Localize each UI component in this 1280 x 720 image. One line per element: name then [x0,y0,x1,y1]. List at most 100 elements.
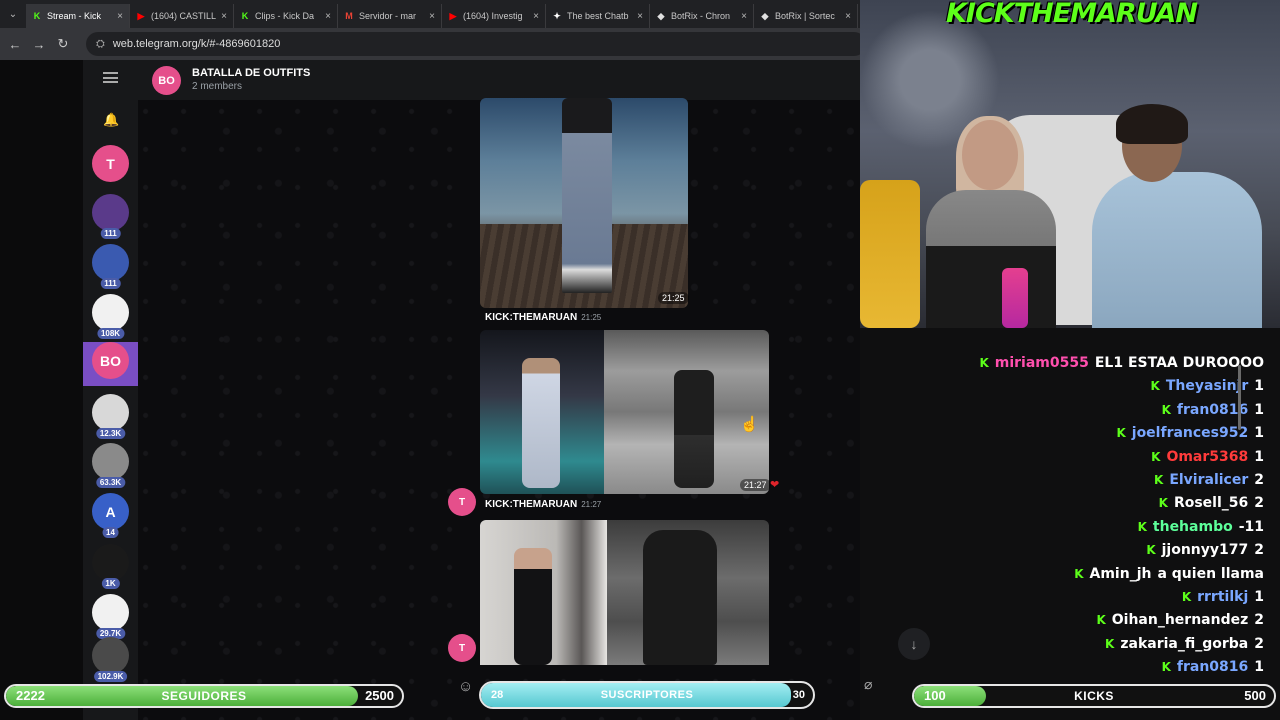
folder-item[interactable]: 111 [92,244,129,289]
folder-item[interactable]: 111 [92,194,129,239]
tab-close-icon[interactable]: × [845,11,851,22]
subs-target: 30 [792,689,805,701]
stream-chat-line: Kzakaria_fi_gorba 2 [1105,633,1264,655]
kick-badge-icon: K [1181,590,1192,604]
folder-item[interactable]: 63.3K [92,443,129,488]
chat-message: 2 [1254,472,1264,488]
stream-chat-line: K Oihan_hernandez 2 [1096,609,1264,631]
stream-chat-line: Kfran0816 1 [1162,656,1264,678]
unread-count-badge: 63.3K [95,477,126,488]
kick-badge-icon: K [1137,519,1147,534]
openai-icon: ✦ [553,11,561,21]
kick-badge-icon: K [1158,496,1168,511]
back-icon[interactable]: ← [8,37,22,52]
chat-username: thehambo [1152,518,1233,535]
kick-icon: K [241,11,249,21]
heart-reaction-icon[interactable]: ❤ [770,478,779,491]
folder-item[interactable]: 108K [92,294,129,339]
browser-tab[interactable]: ▶ (1604) CASTILL × [130,4,234,28]
unread-count-badge: 111 [100,278,121,289]
chat-message: 1 [1254,378,1264,395]
subs-label: SUSCRIPTORES [600,689,694,701]
tab-close-icon[interactable]: × [741,11,747,22]
site-info-icon[interactable]: ⛭ [96,38,105,51]
stream-chat-line: Kjoelfrances952 1 [1116,422,1264,444]
sender-name[interactable]: KICK:THEMARUAN [485,499,577,510]
tab-label: (1604) Investig [463,11,523,21]
stream-chat-line: Kmiriam0555 EL1 ESTAA DUROOOO [979,352,1264,374]
chat-username: joelfrances952 [1131,425,1249,442]
followers-target: 2500 [365,688,394,703]
browser-tab[interactable]: K Clips - Kick Da × [234,4,338,28]
webcam-overlay [860,0,1280,328]
tab-close-icon[interactable]: × [325,11,331,22]
folder-item[interactable]: 29.7K [92,594,129,639]
message-avatar[interactable]: T [448,634,476,662]
stream-chat-line: Krrrtilkj 1 [1182,586,1264,608]
chat-username: rrrtilkj [1197,589,1249,605]
outfit-photo-2b[interactable] [604,330,769,494]
reload-icon[interactable]: ↻ [56,36,70,52]
chat-message: 1 [1254,425,1264,442]
browser-tab[interactable]: K Stream - Kick × [26,4,130,28]
followers-label: SEGUIDORES [161,689,247,703]
hamburger-menu-icon[interactable] [103,72,118,83]
tab-label: The best Chatb [567,11,629,21]
tab-close-icon[interactable]: × [117,11,123,22]
tab-label: (1604) CASTILL [151,11,217,21]
outfit-photo-3a[interactable] [480,520,607,665]
scroll-down-button[interactable]: ↓ [898,628,930,660]
stream-chat-line: K Theyasinjr 1 [1151,375,1264,397]
emoji-icon[interactable]: ☺ [458,678,473,695]
browser-tab[interactable]: ▶ (1604) Investig × [442,4,546,28]
browser-tab[interactable]: ✦ The best Chatb × [546,4,650,28]
browser-tab[interactable]: M Servidor - mar × [338,4,442,28]
chat-username: Theyasinjr [1165,378,1249,395]
stream-chat-line: K Elviralicer 2 [1154,469,1264,491]
kick-icon: K [33,11,41,21]
chat-username: Rosell_56 [1173,495,1249,512]
chat-header[interactable]: BO BATALLA DE OUTFITS 2 members [138,60,860,100]
outfit-photo-3b[interactable] [607,520,769,665]
chat-message: 1 [1254,589,1264,605]
unread-count-badge: 111 [100,228,121,239]
message-avatar[interactable]: T [448,488,476,516]
chat-username: Oihan_hernandez [1111,612,1249,629]
sender-name[interactable]: KICK:THEMARUAN [485,312,577,323]
tab-close-icon[interactable]: × [533,11,539,22]
folder-item[interactable]: 102.9K [92,637,129,682]
outfit-photo-2a[interactable] [480,330,604,494]
youtube-icon: ▶ [137,11,145,21]
url-text: web.telegram.org/k/#-4869601820 [112,38,281,50]
browser-tab[interactable]: ◆ BotRix - Chron × [650,4,754,28]
message-sender[interactable]: KICK:THEMARUAN 21:25 [485,312,601,323]
kick-badge-icon: K [1116,426,1126,441]
message-sender[interactable]: KICK:THEMARUAN 21:27 [485,499,601,510]
folder-item[interactable]: 1K [92,544,129,589]
folder-item[interactable]: T [92,145,129,182]
chat-message: 2 [1254,612,1264,629]
kick-badge-icon: K [1161,402,1171,417]
outfit-photo-1[interactable] [480,98,688,308]
photo-timestamp: 21:27 [740,479,771,491]
chat-scrollbar[interactable] [1238,365,1241,430]
attach-icon[interactable]: ⌀ [864,676,872,693]
chat-username: Amin_jh [1089,565,1152,582]
tab-close-icon[interactable]: × [429,11,435,22]
tab-close-icon[interactable]: × [637,11,643,22]
folder-item[interactable]: A 14 [92,493,129,538]
browser-tab[interactable]: ◆ BotRix | Sortec × [754,4,858,28]
chat-avatar[interactable]: BO [152,66,181,95]
tab-search-icon[interactable]: ⌄ [0,0,26,28]
stream-chat-line: Kjjonnyy177 2 [1146,539,1264,561]
kick-badge-icon: K [979,356,989,370]
tab-close-icon[interactable]: × [221,11,227,22]
folder-item[interactable]: BO [92,342,129,379]
address-bar[interactable]: ⛭ web.telegram.org/k/#-4869601820 [86,32,866,56]
forward-icon[interactable]: → [32,37,46,52]
folder-item[interactable]: 12.3K [92,394,129,439]
mouse-cursor-icon: ☝ [740,416,759,433]
chat-message: 1 [1254,448,1264,465]
botrix-icon: ◆ [657,11,665,21]
notification-bell-icon[interactable]: 🔔 [103,112,119,128]
